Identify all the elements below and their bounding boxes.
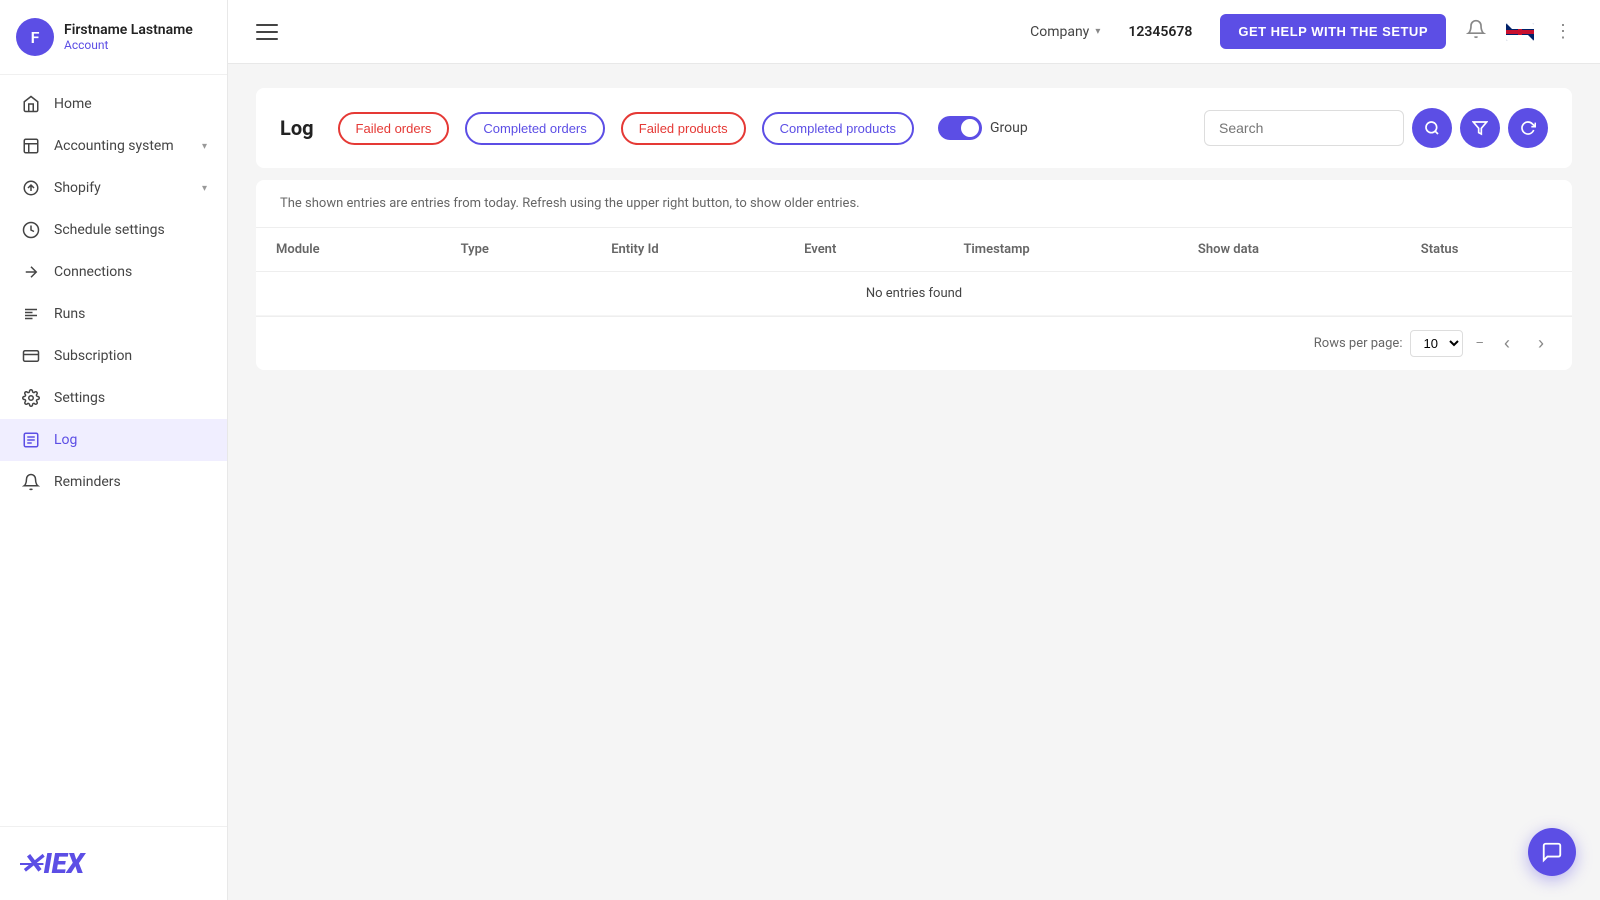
subscription-icon [20, 345, 42, 367]
rows-per-page-label: Rows per page: [1314, 336, 1403, 351]
sidebar-item-label: Settings [54, 390, 207, 406]
page-content: Log Failed orders Completed orders Faile… [228, 64, 1600, 900]
sidebar-item-label: Home [54, 96, 207, 112]
search-container [1204, 108, 1548, 148]
rows-per-page: Rows per page: 10 25 50 [1314, 330, 1464, 357]
sidebar-item-label: Schedule settings [54, 222, 207, 238]
home-icon [20, 93, 42, 115]
filter-completed-products[interactable]: Completed products [762, 112, 914, 145]
logo-text: ✕IEX [20, 847, 84, 880]
sidebar-item-label: Log [54, 432, 207, 448]
rows-per-page-select[interactable]: 10 25 50 [1410, 330, 1463, 357]
company-selector[interactable]: Company ▾ [1030, 24, 1100, 40]
group-toggle-switch[interactable] [938, 116, 982, 140]
log-header: Log Failed orders Completed orders Faile… [256, 88, 1572, 168]
log-table-container: The shown entries are entries from today… [256, 180, 1572, 370]
runs-icon [20, 303, 42, 325]
table-body: No entries found [256, 272, 1572, 316]
chevron-down-icon: ▾ [202, 141, 207, 152]
col-status: Status [1401, 228, 1572, 272]
col-module: Module [256, 228, 441, 272]
company-label: Company [1030, 24, 1089, 40]
main-content: Company ▾ 12345678 GET HELP WITH THE SET… [228, 0, 1600, 900]
sidebar-item-schedule-settings[interactable]: Schedule settings [0, 209, 227, 251]
chevron-down-icon: ▾ [1095, 26, 1100, 37]
language-flag[interactable] [1506, 23, 1534, 41]
sidebar-item-label: Subscription [54, 348, 207, 364]
col-event: Event [784, 228, 943, 272]
more-options-button[interactable]: ⋮ [1550, 17, 1576, 46]
sidebar-item-settings[interactable]: Settings [0, 377, 227, 419]
sidebar-user: F Firstname Lastname Account [0, 0, 227, 75]
log-table: Module Type Entity Id Event Timestamp Sh… [256, 228, 1572, 316]
chevron-down-icon: ▾ [202, 183, 207, 194]
bell-icon [20, 471, 42, 493]
table-header: Module Type Entity Id Event Timestamp Sh… [256, 228, 1572, 272]
col-timestamp: Timestamp [943, 228, 1177, 272]
sidebar-item-label: Runs [54, 306, 207, 322]
sidebar-item-runs[interactable]: Runs [0, 293, 227, 335]
col-entity-id: Entity Id [591, 228, 784, 272]
sidebar-item-shopify[interactable]: Shopify ▾ [0, 167, 227, 209]
sidebar-item-log[interactable]: Log [0, 419, 227, 461]
sidebar-logo: ✕IEX [0, 826, 227, 900]
sidebar-item-label: Reminders [54, 474, 207, 490]
hamburger-button[interactable] [252, 20, 282, 44]
building-icon [20, 135, 42, 157]
settings-icon [20, 387, 42, 409]
next-page-button[interactable]: › [1530, 329, 1552, 358]
sidebar-item-label: Accounting system [54, 138, 202, 154]
search-input[interactable] [1204, 110, 1404, 146]
notification-button[interactable] [1462, 15, 1490, 49]
sidebar-item-reminders[interactable]: Reminders [0, 461, 227, 503]
sidebar-item-accounting-system[interactable]: Accounting system ▾ [0, 125, 227, 167]
col-type: Type [441, 228, 592, 272]
filter-completed-orders[interactable]: Completed orders [465, 112, 604, 145]
sidebar-item-home[interactable]: Home [0, 83, 227, 125]
avatar: F [16, 18, 54, 56]
account-id: 12345678 [1128, 24, 1192, 40]
empty-message: No entries found [256, 272, 1572, 316]
group-label: Group [990, 120, 1028, 136]
clock-icon [20, 219, 42, 241]
table-empty-row: No entries found [256, 272, 1572, 316]
page-title: Log [280, 116, 314, 140]
chat-widget[interactable] [1528, 828, 1576, 876]
info-bar: The shown entries are entries from today… [256, 180, 1572, 228]
log-icon [20, 429, 42, 451]
sidebar: F Firstname Lastname Account Home Accoun… [0, 0, 228, 900]
user-name: Firstname Lastname [64, 22, 193, 38]
filter-failed-orders[interactable]: Failed orders [338, 112, 450, 145]
topbar: Company ▾ 12345678 GET HELP WITH THE SET… [228, 0, 1600, 64]
page-range: – [1475, 336, 1484, 351]
group-toggle: Group [938, 116, 1028, 140]
sidebar-item-label: Shopify [54, 180, 202, 196]
search-button[interactable] [1412, 108, 1452, 148]
prev-page-button[interactable]: ‹ [1496, 329, 1518, 358]
get-help-button[interactable]: GET HELP WITH THE SETUP [1220, 14, 1446, 49]
refresh-button[interactable] [1508, 108, 1548, 148]
connections-icon [20, 261, 42, 283]
sidebar-item-label: Connections [54, 264, 207, 280]
col-show-data: Show data [1178, 228, 1401, 272]
sidebar-nav: Home Accounting system ▾ Shopify ▾ Sched… [0, 75, 227, 826]
sidebar-item-connections[interactable]: Connections [0, 251, 227, 293]
filter-failed-products[interactable]: Failed products [621, 112, 746, 145]
pagination-bar: Rows per page: 10 25 50 – ‹ › [256, 316, 1572, 370]
shopify-icon [20, 177, 42, 199]
user-info: Firstname Lastname Account [64, 22, 193, 52]
sidebar-item-subscription[interactable]: Subscription [0, 335, 227, 377]
user-account[interactable]: Account [64, 38, 193, 52]
filter-button[interactable] [1460, 108, 1500, 148]
